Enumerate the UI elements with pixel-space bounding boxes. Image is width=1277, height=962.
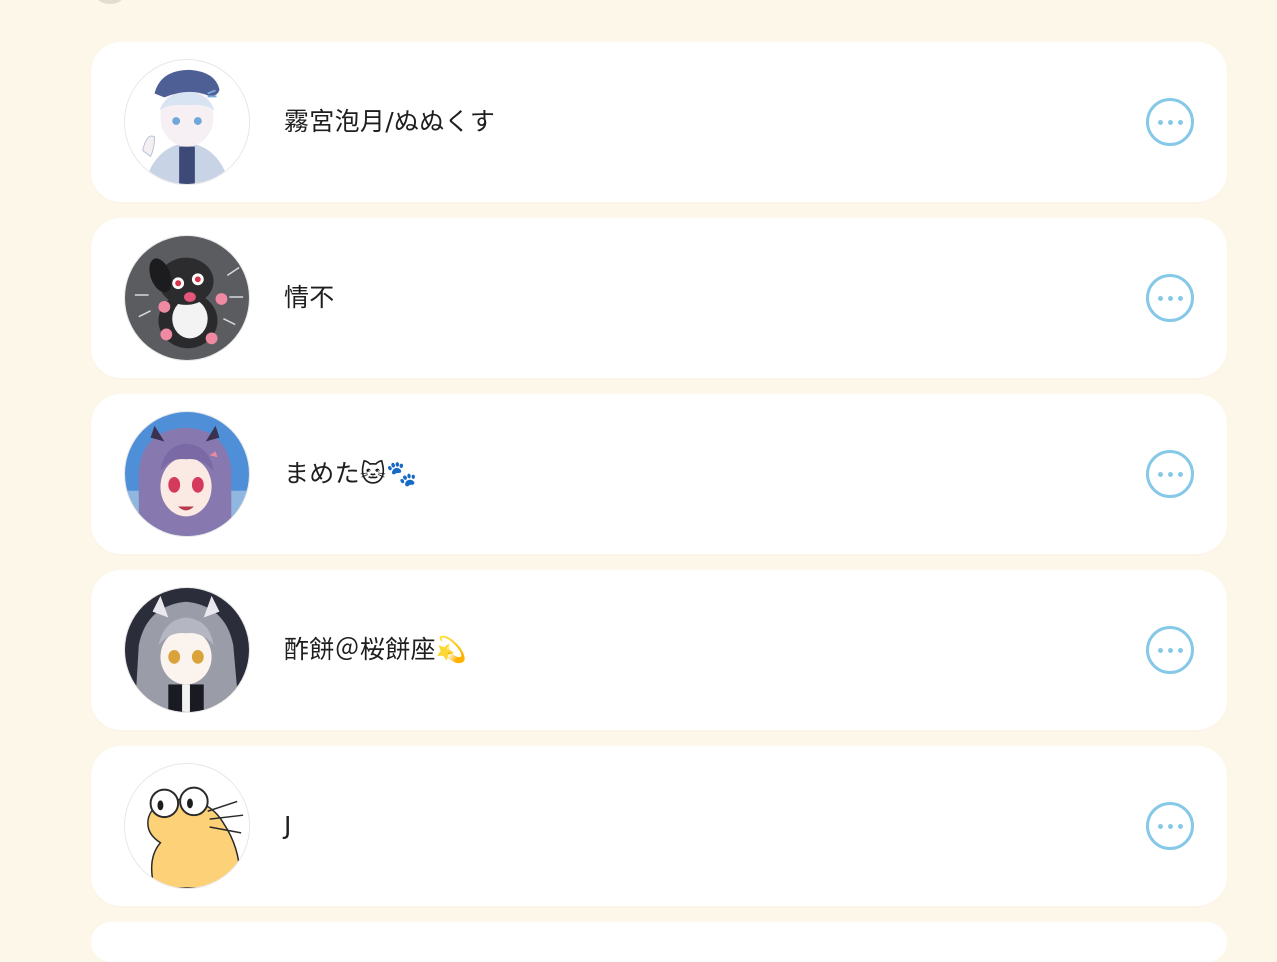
avatar-yellow-cartoon-icon[interactable] <box>124 763 250 889</box>
more-horizontal-icon[interactable] <box>1146 626 1194 674</box>
more-horizontal-icon[interactable] <box>1146 98 1194 146</box>
user-card[interactable]: 霧宮泡月/ぬぬくす <box>91 42 1227 202</box>
user-name: 情不 <box>284 283 335 312</box>
avatar-purple-hair-girl-icon[interactable] <box>124 411 250 537</box>
more-horizontal-icon[interactable] <box>1146 802 1194 850</box>
user-name: まめた🐱🐾 <box>284 459 418 488</box>
user-name: J <box>284 811 292 840</box>
user-card[interactable]: まめた🐱🐾 <box>91 394 1227 554</box>
avatar-gray-hair-girl-icon[interactable] <box>124 587 250 713</box>
user-name: 酢餅＠桜餅座💫 <box>284 635 468 664</box>
header-partial-avatar <box>96 0 124 4</box>
user-card[interactable]: 情不 <box>91 218 1227 378</box>
avatar-anime-boy-cap-icon[interactable] <box>124 59 250 185</box>
user-name: 霧宮泡月/ぬぬくす <box>284 107 496 136</box>
more-horizontal-icon[interactable] <box>1146 274 1194 322</box>
avatar-black-puppy-icon[interactable] <box>124 235 250 361</box>
user-card[interactable]: 酢餅＠桜餅座💫 <box>91 570 1227 730</box>
user-card[interactable]: J <box>91 746 1227 906</box>
more-horizontal-icon[interactable] <box>1146 450 1194 498</box>
user-list: 霧宮泡月/ぬぬくす 情不 まめた🐱🐾 酢餅＠桜餅座💫 J <box>91 42 1227 922</box>
user-card-partial[interactable] <box>91 922 1227 962</box>
